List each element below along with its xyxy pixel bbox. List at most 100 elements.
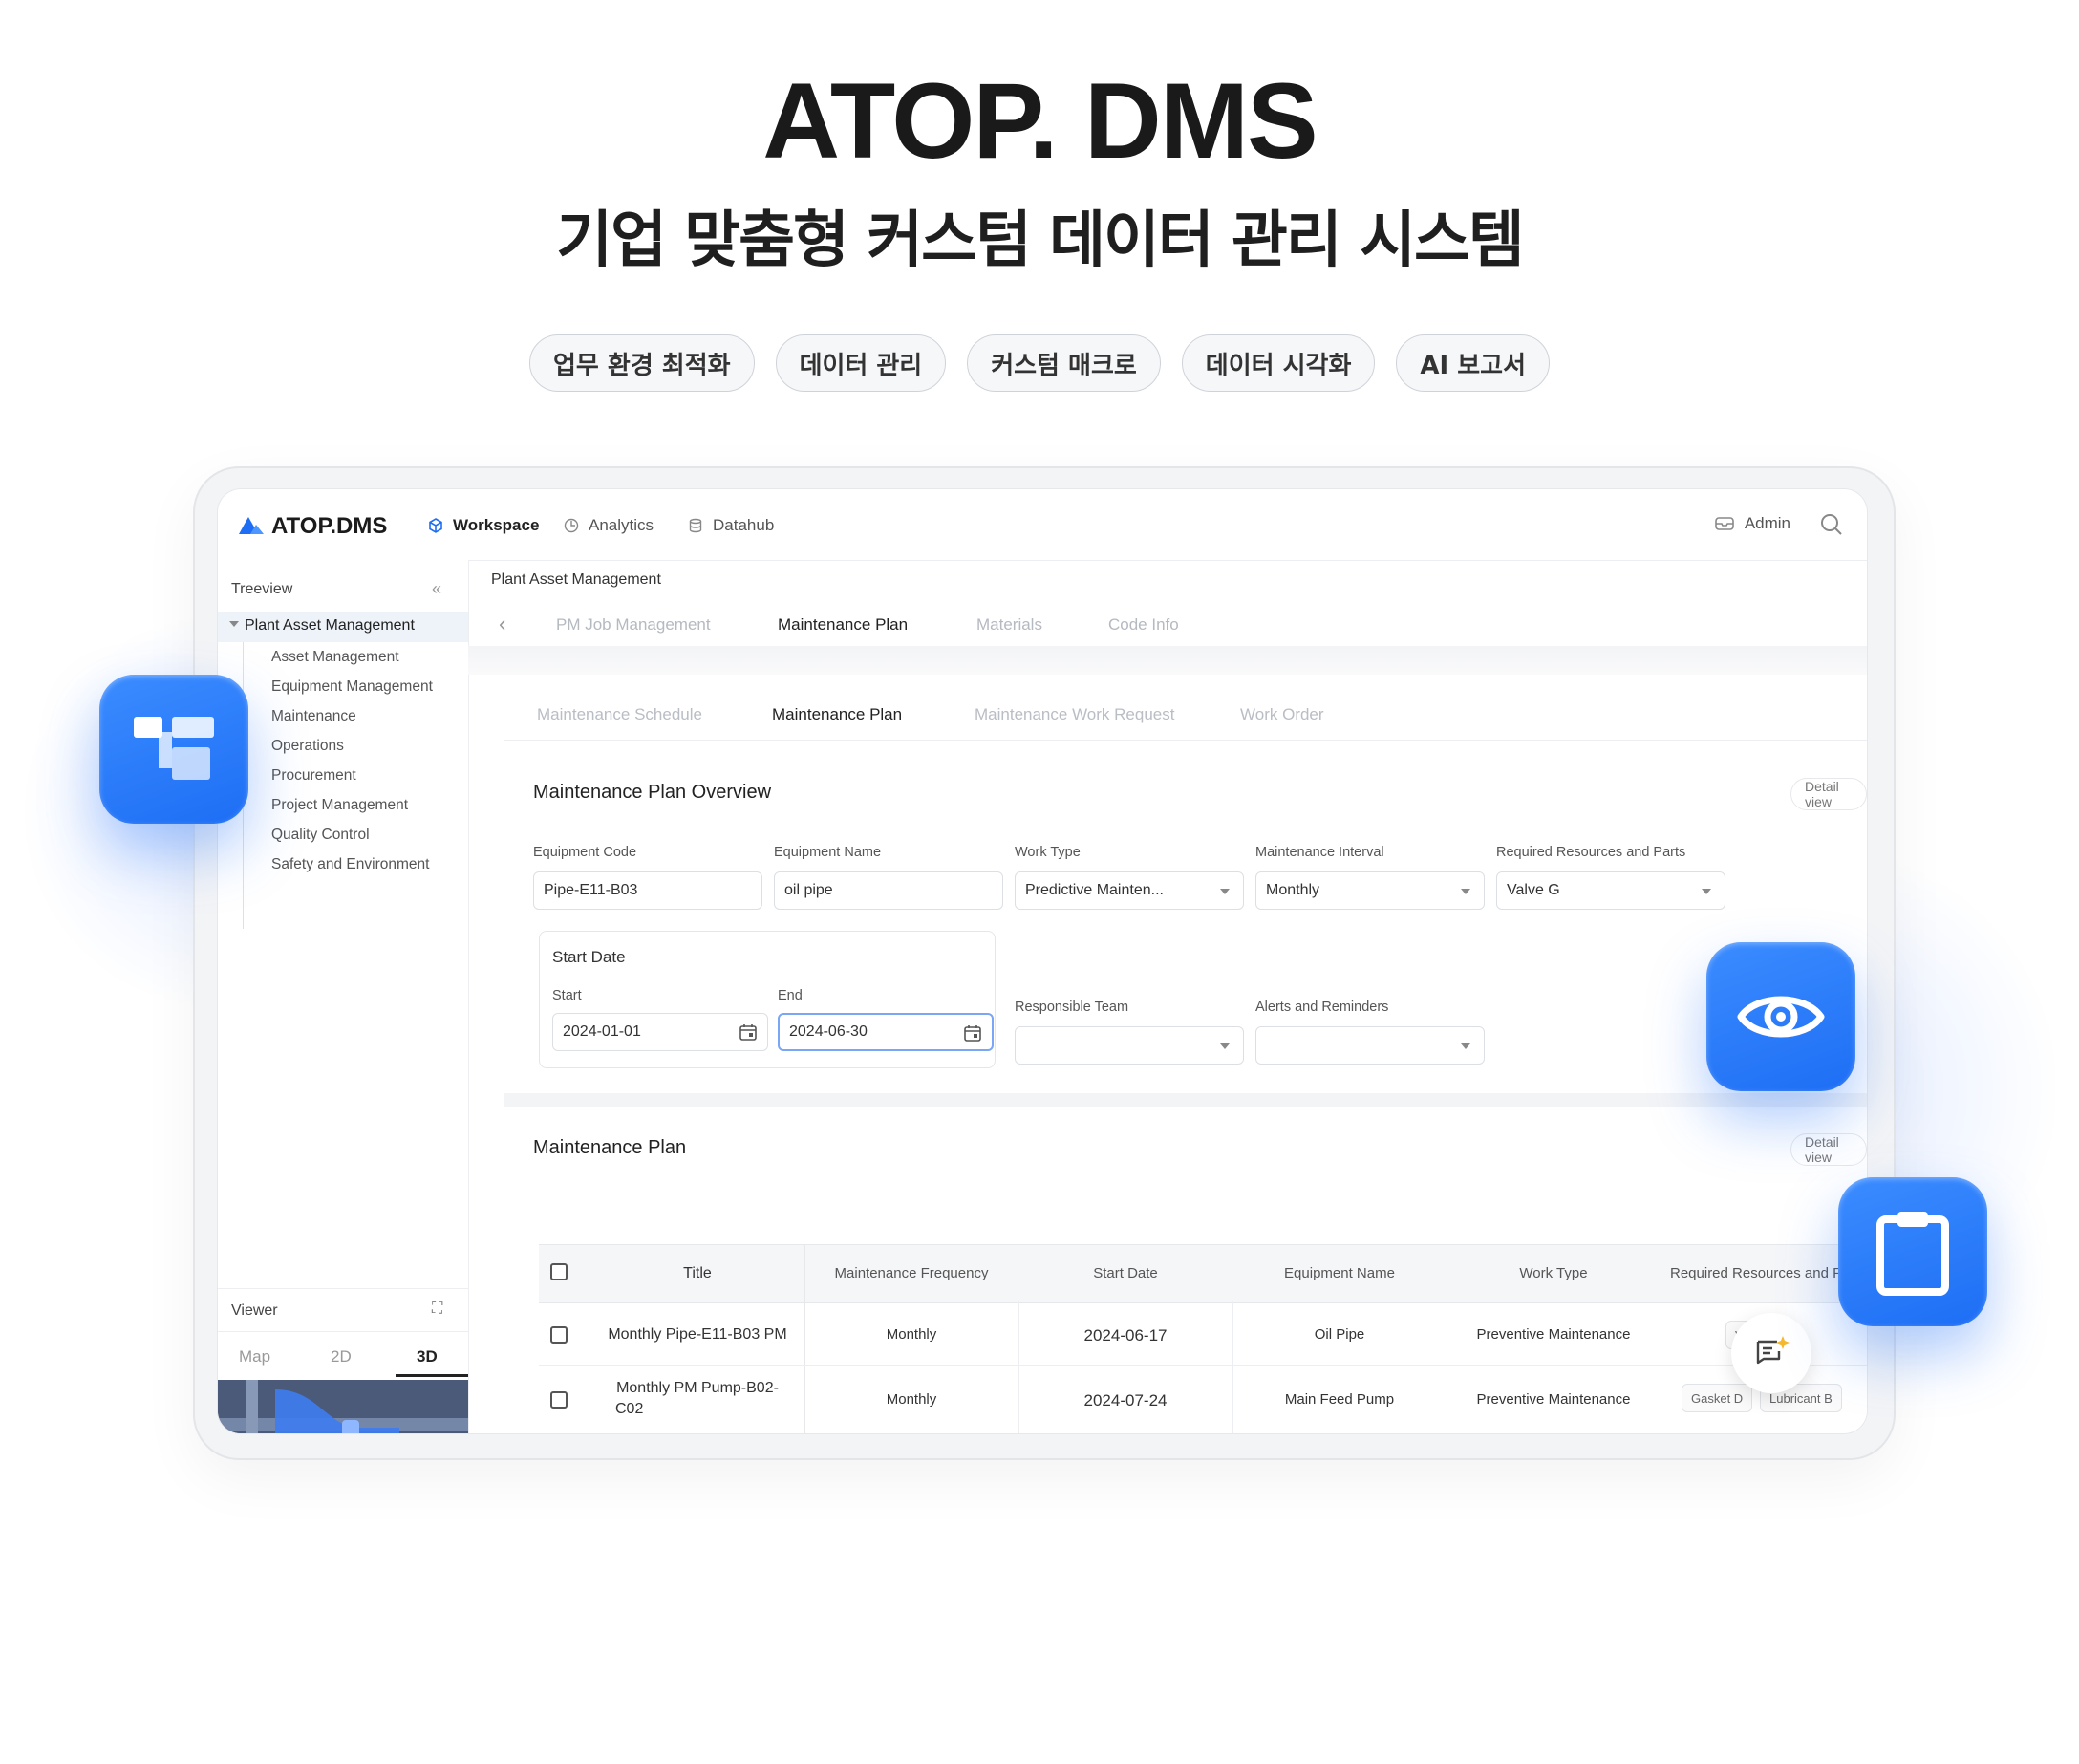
start-date-input[interactable]: 2024-01-01 (552, 1013, 768, 1051)
database-icon (689, 518, 702, 533)
viewer-header: Viewer ⛶ (218, 1288, 468, 1332)
row1-start-date: 2024-06-17 (1083, 1326, 1168, 1345)
row2-work-type: Preventive Maintenance (1476, 1391, 1631, 1408)
row1-work-type: Preventive Maintenance (1476, 1326, 1631, 1343)
col-equipment-name[interactable]: Equipment Name (1232, 1265, 1447, 1281)
viewer-tab-map[interactable]: Map (239, 1347, 270, 1366)
nav-workspace-label: Workspace (453, 516, 540, 534)
row1-frequency: Monthly (886, 1326, 937, 1343)
clock-chart-icon (564, 518, 579, 533)
subtab-maintenance-schedule[interactable]: Maintenance Schedule (537, 705, 702, 724)
viewer-tab-3d[interactable]: 3D (417, 1347, 438, 1366)
plan-detail-view-button[interactable]: Detail view (1790, 1133, 1867, 1166)
user-menu[interactable]: Admin (1714, 514, 1790, 533)
tab-maintenance-plan[interactable]: Maintenance Plan (778, 615, 908, 635)
search-icon[interactable] (1819, 512, 1844, 537)
tag-ai-report: AI 보고서 (1396, 334, 1550, 392)
breadcrumb: Plant Asset Management (491, 571, 661, 588)
alerts-reminders-label: Alerts and Reminders (1255, 1000, 1389, 1015)
tab-materials[interactable]: Materials (976, 615, 1042, 635)
nav-workspace[interactable]: Workspace (428, 516, 539, 535)
row2-title-line2: C02 (615, 1401, 644, 1417)
inbox-icon (1715, 517, 1734, 530)
row-divider (539, 1365, 1867, 1366)
col-start-date[interactable]: Start Date (1018, 1265, 1232, 1281)
nav-datahub-label: Datahub (713, 516, 775, 534)
tree-item-quality-control[interactable]: Quality Control (271, 827, 370, 844)
collapse-sidebar-button[interactable]: « (432, 579, 441, 599)
chevron-down-icon[interactable] (229, 621, 239, 627)
tag-data-visualization: 데이터 시각화 (1181, 334, 1376, 392)
tree-item-project-management[interactable]: Project Management (271, 797, 408, 814)
tag-data-management: 데이터 관리 (775, 334, 947, 392)
tab-code-info[interactable]: Code Info (1108, 615, 1179, 635)
required-resources-select[interactable]: Valve G (1496, 871, 1725, 910)
viewer-title: Viewer (231, 1302, 278, 1319)
equipment-code-input[interactable]: Pipe-E11-B03 (533, 871, 762, 910)
hierarchy-feature-badge (99, 675, 248, 824)
tree-item-safety-environment[interactable]: Safety and Environment (271, 856, 429, 873)
maintenance-interval-label: Maintenance Interval (1255, 845, 1384, 860)
subtab-maintenance-plan[interactable]: Maintenance Plan (772, 705, 902, 724)
ai-chat-button[interactable] (1731, 1313, 1811, 1393)
equipment-code-label: Equipment Code (533, 845, 637, 860)
calendar-icon[interactable] (739, 1022, 758, 1042)
start-label: Start (552, 988, 582, 1003)
user-name: Admin (1744, 514, 1790, 532)
subtab-work-order[interactable]: Work Order (1240, 705, 1324, 724)
cube-icon (429, 518, 442, 533)
row-checkbox[interactable] (550, 1326, 568, 1344)
top-nav: ATOP.DMS Workspace Analytics Datahub Adm… (218, 489, 1867, 561)
plan-title: Maintenance Plan (533, 1137, 687, 1158)
overview-detail-view-button[interactable]: Detail view (1790, 778, 1867, 810)
feature-tags: 업무 환경 최적화 데이터 관리 커스텀 매크로 데이터 시각화 AI 보고서 (0, 334, 2079, 392)
content-background (468, 646, 1867, 675)
3d-model-preview[interactable] (218, 1380, 468, 1433)
overview-title: Maintenance Plan Overview (533, 782, 772, 803)
row2-title[interactable]: Monthly PM Pump-B02- C02 (590, 1378, 804, 1420)
section-divider (504, 1093, 1867, 1107)
tree-item-procurement[interactable]: Procurement (271, 767, 356, 785)
tab-pm-job-management[interactable]: PM Job Management (556, 615, 711, 635)
equipment-name-input[interactable]: oil pipe (774, 871, 1003, 910)
viewer-tab-2d[interactable]: 2D (331, 1347, 352, 1366)
end-date-input[interactable]: 2024-06-30 (778, 1013, 994, 1051)
tree-item-equipment-management[interactable]: Equipment Management (271, 678, 433, 696)
app-logo[interactable]: ATOP.DMS (271, 513, 387, 540)
work-type-label: Work Type (1015, 845, 1081, 860)
viewer-tab-indicator (396, 1374, 468, 1377)
equipment-name-label: Equipment Name (774, 845, 882, 860)
responsible-team-label: Responsible Team (1015, 1000, 1129, 1015)
responsible-team-select[interactable] (1015, 1026, 1244, 1065)
nav-datahub[interactable]: Datahub (688, 516, 774, 535)
start-date-value: 2024-01-01 (563, 1023, 641, 1040)
app-window: ATOP.DMS Workspace Analytics Datahub Adm… (218, 489, 1867, 1433)
back-button[interactable]: ‹ (499, 612, 505, 636)
work-type-select[interactable]: Predictive Mainten... (1015, 871, 1244, 910)
row1-title[interactable]: Monthly Pipe-E11-B03 PM (590, 1326, 804, 1344)
col-work-type[interactable]: Work Type (1447, 1265, 1661, 1281)
end-label: End (778, 988, 803, 1003)
column-divider (1018, 1301, 1019, 1433)
tree-item-operations[interactable]: Operations (271, 738, 344, 755)
tree-item-asset-management[interactable]: Asset Management (271, 649, 399, 666)
tree-item-maintenance[interactable]: Maintenance (271, 708, 356, 725)
logo-icon (239, 517, 264, 534)
pipe-model-image (218, 1380, 468, 1433)
column-divider (1232, 1301, 1233, 1433)
col-maintenance-frequency[interactable]: Maintenance Frequency (804, 1265, 1018, 1281)
treeview-header: Treeview (231, 581, 293, 597)
select-all-checkbox[interactable] (550, 1263, 568, 1280)
maintenance-interval-select[interactable]: Monthly (1255, 871, 1485, 910)
nav-analytics[interactable]: Analytics (564, 516, 654, 535)
row-checkbox[interactable] (550, 1391, 568, 1409)
row2-frequency: Monthly (886, 1391, 937, 1408)
report-feature-badge (1838, 1177, 1987, 1326)
hierarchy-icon (134, 717, 214, 780)
col-title[interactable]: Title (590, 1265, 804, 1282)
expand-icon[interactable]: ⛶ (432, 1301, 442, 1318)
subtab-maintenance-work-request[interactable]: Maintenance Work Request (975, 705, 1174, 724)
alerts-reminders-select[interactable] (1255, 1026, 1485, 1065)
calendar-icon[interactable] (963, 1023, 982, 1043)
tree-root-plant-asset[interactable]: Plant Asset Management (245, 617, 415, 635)
